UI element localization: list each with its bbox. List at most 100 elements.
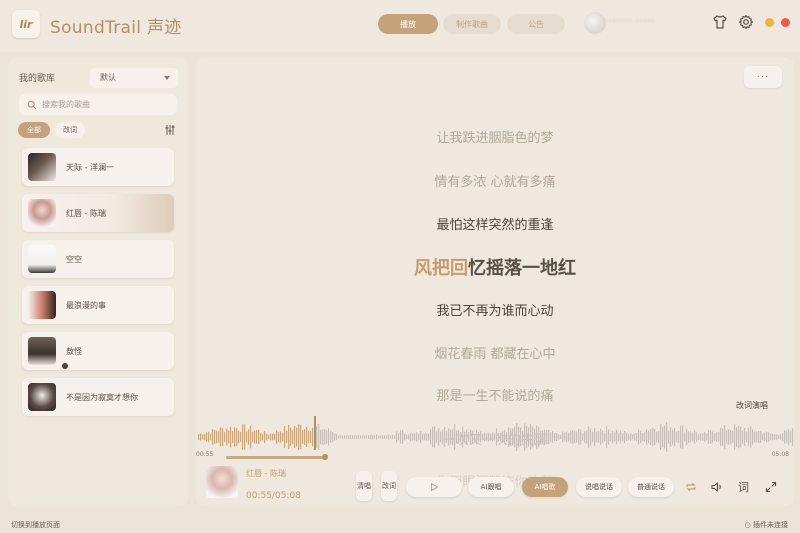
waveform-bar [484, 432, 486, 442]
waveform-bar [730, 429, 732, 445]
playing-indicator [62, 363, 68, 369]
library-label: 我的歌库 [19, 74, 56, 84]
normal-talk-button[interactable]: 普通说话 [628, 477, 674, 497]
waveform-bar [204, 433, 206, 441]
waveform-bar [566, 431, 568, 443]
waveform-bar [746, 431, 748, 443]
ai-accompany-button[interactable]: AI跟唱 [468, 477, 514, 497]
filter-all[interactable]: 全部 [18, 122, 50, 138]
waveform-bar [268, 434, 270, 440]
volume-icon[interactable] [710, 480, 724, 494]
waveform-bar [694, 430, 696, 444]
play-button[interactable] [406, 477, 462, 497]
waveform-bar [486, 433, 488, 441]
song-item[interactable]: 最浪漫的事 [22, 286, 174, 324]
waveform-bar [370, 434, 372, 440]
tab-make-song[interactable]: 制作歌曲 [443, 14, 501, 34]
tab-play[interactable]: 播放 [378, 14, 438, 34]
waveform-bar [402, 430, 404, 444]
song-title: 不是因为寂寞才想你 [66, 392, 138, 402]
waveform-bar [470, 429, 472, 445]
waveform-bar [582, 433, 584, 441]
waveform-bar [784, 430, 786, 444]
filter-sliders-icon[interactable] [164, 124, 176, 136]
waveform-bar [280, 431, 282, 443]
waveform-bar [334, 433, 336, 441]
clear-sing-button[interactable]: 清唱 [356, 471, 372, 501]
lyric-line: 我已不再为谁而心动 [436, 304, 554, 319]
waveform-bar [282, 432, 284, 442]
sort-select[interactable]: 默认 [90, 68, 178, 88]
waveform-bar [518, 426, 520, 448]
waveform-bar [336, 433, 338, 441]
lyric-line: 最怕这样突然的重逢 [436, 218, 554, 233]
waveform-bar [542, 430, 544, 444]
waveform-bar [614, 432, 616, 442]
waveform-bar [388, 434, 390, 440]
waveform-bar [738, 425, 740, 449]
waveform-bar [672, 429, 674, 445]
lyrics-toggle-button[interactable]: 词 [738, 479, 749, 495]
gear-icon[interactable] [738, 14, 754, 30]
song-item[interactable]: 红唇 - 陈瑞 [22, 194, 174, 232]
waveform-bar [476, 429, 478, 445]
waveform-bar [240, 431, 242, 443]
playhead[interactable] [314, 416, 316, 450]
user-name[interactable]: •••••• ••••• [608, 17, 656, 25]
rap-talk-button[interactable]: 说唱说话 [576, 477, 622, 497]
waveform-bar [318, 423, 320, 451]
close-button[interactable] [781, 18, 790, 27]
waveform-bar [228, 430, 230, 444]
avatar[interactable] [584, 12, 606, 34]
waveform-bar [416, 432, 418, 442]
waveform-bar [264, 430, 266, 444]
waveform-bar [490, 433, 492, 441]
waveform-bar [792, 428, 794, 446]
waveform-bar [586, 430, 588, 444]
waveform-bar [348, 435, 350, 439]
search-input[interactable] [42, 100, 162, 109]
waveform-bar [598, 431, 600, 443]
tab-notice[interactable]: 公告 [507, 14, 565, 34]
ai-sing-button[interactable]: AI唱歌 [522, 477, 568, 497]
waveform-bar [472, 430, 474, 444]
waveform-bar [606, 426, 608, 448]
filter-changed-lyrics[interactable]: 改词 [55, 122, 85, 138]
chevron-down-icon [164, 76, 170, 80]
waveform-bar [636, 432, 638, 442]
waveform-bar [514, 426, 516, 448]
song-item[interactable]: 空空 [22, 240, 174, 278]
progress-handle[interactable] [322, 454, 328, 460]
lyrics-panel: ··· 让我跌进胭脂色的梦 情有多浓 心就有多痛 最怕这样突然的重逢 风把回忆摇… [196, 58, 794, 506]
waveform-bar [458, 430, 460, 444]
waveform-bar [226, 428, 228, 446]
change-lyric-button[interactable]: 改词 [381, 471, 397, 501]
waveform-bar [356, 435, 358, 439]
waveform-bar [466, 429, 468, 445]
shirt-icon[interactable] [712, 14, 728, 30]
repeat-icon[interactable] [684, 480, 698, 494]
app-title: SoundTrail 声迹 [50, 18, 182, 38]
fullscreen-icon[interactable] [764, 480, 778, 494]
waveform-bar [288, 424, 290, 450]
waveform-bar [596, 431, 598, 443]
waveform-bar [634, 433, 636, 441]
waveform-bar [662, 426, 664, 448]
waveform-bar [564, 432, 566, 442]
waveform-bar [782, 433, 784, 441]
waveform-bar [358, 435, 360, 439]
progress-bar[interactable] [226, 456, 326, 459]
waveform-bar [480, 431, 482, 443]
song-item[interactable]: 天际 - 洋澜一 [22, 148, 174, 186]
song-item[interactable]: 不是因为寂寞才想你 [22, 378, 174, 416]
waveform-bar [474, 433, 476, 441]
minimize-button[interactable] [765, 18, 774, 27]
more-button[interactable]: ··· [744, 66, 782, 88]
song-item[interactable]: 敖怪 [22, 332, 174, 370]
search-box[interactable] [19, 94, 177, 115]
time-total: 05:08 [771, 451, 789, 458]
waveform-bar [774, 434, 776, 440]
waveform-bar [720, 427, 722, 447]
waveform-bar [316, 426, 318, 448]
waveform-bar [296, 427, 298, 447]
